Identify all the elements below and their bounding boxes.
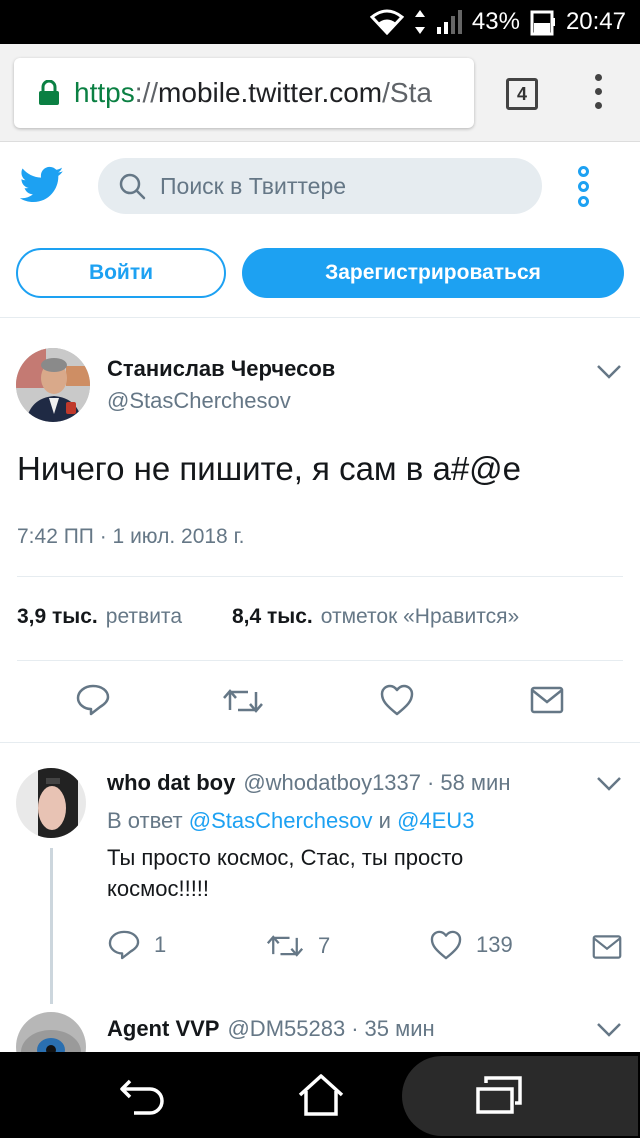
mention-link[interactable]: @4EU3 xyxy=(397,808,474,833)
recents-button[interactable] xyxy=(454,1052,544,1138)
reply-avatar[interactable] xyxy=(16,768,86,838)
twitter-header xyxy=(0,142,640,232)
tweet-text: Ничего не пишите, я сам в а#@е xyxy=(17,450,522,487)
home-icon xyxy=(298,1074,344,1116)
tweet-actions xyxy=(0,680,640,740)
like-action[interactable]: 139 xyxy=(430,930,513,960)
in-reply-to: В ответ @StasCherchesov и @4EU3 xyxy=(107,808,474,834)
browser-toolbar: https://mobile.twitter.com/Sta 4 xyxy=(0,44,640,142)
retweet-icon xyxy=(266,935,304,957)
mention-link[interactable]: @StasCherchesov xyxy=(189,808,373,833)
signup-button[interactable]: Зарегистрироваться xyxy=(242,248,624,298)
like-icon xyxy=(430,930,462,960)
author-handle[interactable]: @StasCherchesov xyxy=(107,388,291,414)
reply-time[interactable]: 58 мин xyxy=(440,770,510,795)
likes-stat[interactable]: 8,4 тыс. отметок «Нравится» xyxy=(232,605,519,629)
address-bar[interactable]: https://mobile.twitter.com/Sta xyxy=(14,58,474,128)
retweets-stat[interactable]: 3,9 тыс. ретвита xyxy=(17,605,182,629)
likes-label: отметок «Нравится» xyxy=(320,605,520,628)
reply-count: 1 xyxy=(154,932,167,957)
recents-icon xyxy=(476,1076,522,1114)
back-icon xyxy=(120,1079,164,1115)
separator-dot: · xyxy=(427,770,435,795)
lock-icon xyxy=(38,80,60,106)
retweet-icon[interactable] xyxy=(222,686,264,716)
direct-message-icon[interactable] xyxy=(592,934,622,960)
tweet-timestamp: 7:42 ПП · 1 июл. 2018 г. xyxy=(17,525,245,548)
search-input[interactable] xyxy=(160,172,520,200)
reply-header: Agent VVP @DM55283 · 35 мин xyxy=(107,1016,435,1042)
clock: 20:47 xyxy=(565,8,626,35)
auth-buttons-row: Войти Зарегистрироваться xyxy=(0,232,640,318)
battery-icon xyxy=(530,8,556,36)
retweets-label: ретвита xyxy=(105,605,182,628)
tweet-stats: 3,9 тыс. ретвита 8,4 тыс. отметок «Нравитс… xyxy=(17,605,519,629)
author-avatar[interactable] xyxy=(16,348,90,422)
reply-icon xyxy=(108,930,140,960)
url-text: https://mobile.twitter.com/Sta xyxy=(74,77,432,109)
reply-header: who dat boy @whodatboy1337 · 58 мин xyxy=(107,770,511,796)
url-host: mobile.twitter.com xyxy=(158,77,383,108)
back-button[interactable] xyxy=(100,1052,186,1138)
like-count: 139 xyxy=(476,932,513,957)
url-path: /Sta xyxy=(382,77,432,108)
retweets-count: 3,9 тыс. xyxy=(17,605,98,628)
chevron-down-icon[interactable] xyxy=(596,364,622,380)
reply-author-name[interactable]: who dat boy xyxy=(107,770,235,795)
divider xyxy=(0,742,640,743)
chevron-down-icon[interactable] xyxy=(596,1022,622,1038)
system-navigation-bar xyxy=(0,1052,640,1138)
url-scheme: https xyxy=(74,77,135,108)
chevron-down-icon[interactable] xyxy=(596,776,622,792)
divider xyxy=(17,576,623,577)
status-bar: 43% 20:47 xyxy=(0,0,640,44)
search-box[interactable] xyxy=(98,158,542,214)
reply-author-name[interactable]: Agent VVP xyxy=(107,1016,219,1041)
reply-icon[interactable] xyxy=(76,684,110,716)
in-reply-prefix: В ответ xyxy=(107,808,183,833)
reply-author-handle[interactable]: @whodatboy1337 xyxy=(243,770,421,795)
thread-line xyxy=(50,848,53,1004)
twitter-logo-icon[interactable] xyxy=(19,166,64,209)
home-button[interactable] xyxy=(276,1052,366,1138)
reply-text: Ты просто космос, Стас, ты просто космос… xyxy=(107,845,464,901)
search-icon xyxy=(118,172,146,200)
reply-time[interactable]: 35 мин xyxy=(365,1016,435,1041)
more-options-icon[interactable] xyxy=(574,166,592,210)
retweet-action[interactable]: 7 xyxy=(266,932,330,960)
tab-switcher-button[interactable]: 4 xyxy=(506,78,538,110)
data-transfer-icon xyxy=(414,9,426,35)
in-reply-and: и xyxy=(378,808,391,833)
url-separator: :// xyxy=(134,77,159,108)
likes-count: 8,4 тыс. xyxy=(232,605,313,628)
direct-message-icon[interactable] xyxy=(530,686,564,714)
signal-icon xyxy=(436,9,462,35)
login-button[interactable]: Войти xyxy=(16,248,226,298)
like-icon[interactable] xyxy=(380,684,414,716)
separator-dot: · xyxy=(351,1016,359,1041)
author-name[interactable]: Станислав Черчесов xyxy=(107,356,335,382)
divider xyxy=(17,660,623,661)
battery-percent: 43% xyxy=(471,8,520,35)
retweet-count: 7 xyxy=(318,933,331,958)
reply-action[interactable]: 1 xyxy=(108,930,166,960)
reply-author-handle[interactable]: @DM55283 xyxy=(227,1016,345,1041)
wifi-icon xyxy=(369,9,404,35)
browser-menu-button[interactable] xyxy=(588,74,608,114)
